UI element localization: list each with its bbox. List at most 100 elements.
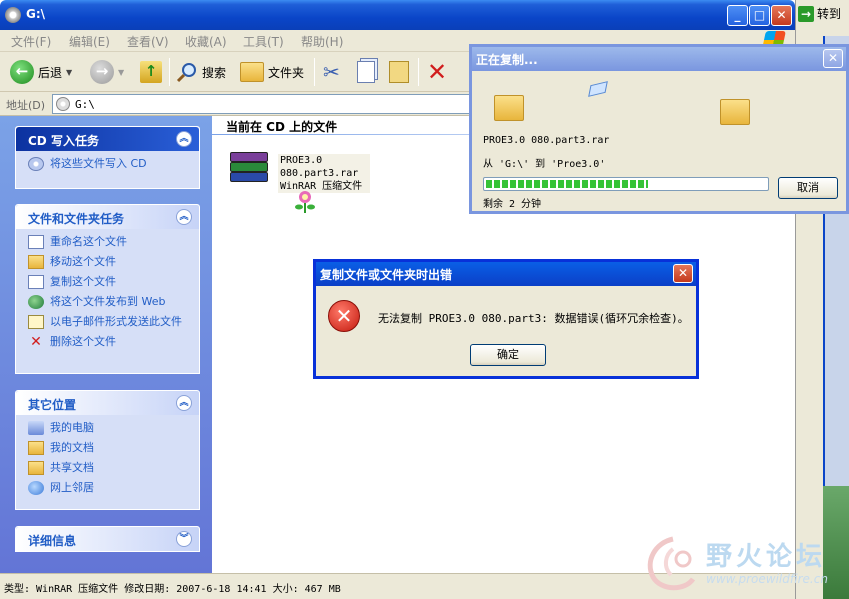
other-places-title: 其它位置 — [28, 398, 77, 412]
error-dialog-titlebar[interactable]: 复制文件或文件夹时出错 ✕ — [316, 262, 696, 286]
collapse-icon[interactable]: ︽ — [176, 209, 192, 225]
copy-progress-dialog: 正在复制... ✕ PROE3.0 080.part3.rar 从 'G:\' … — [469, 44, 849, 214]
error-dialog-close-button[interactable]: ✕ — [673, 264, 693, 283]
cd-tasks-panel: CD 写入任务 ︽ 将这些文件写入 CD — [15, 126, 200, 189]
task-publish-web[interactable]: 将这个文件发布到 Web — [28, 295, 191, 309]
task-move[interactable]: 移动这个文件 — [28, 255, 191, 269]
cut-button[interactable]: ✂ — [323, 58, 340, 86]
copy-icon — [28, 275, 44, 289]
place-label: 共享文档 — [50, 461, 94, 474]
delete-icon: ✕ — [427, 58, 448, 86]
forward-arrow-icon: → — [90, 60, 114, 84]
search-label: 搜索 — [202, 65, 227, 80]
status-text: 类型: WinRAR 压缩文件 修改日期: 2007-6-18 14:41 大小… — [4, 584, 341, 595]
menu-view[interactable]: 查看(V) — [127, 33, 169, 50]
move-icon — [28, 255, 44, 269]
task-email[interactable]: 以电子邮件形式发送此文件 — [28, 315, 191, 329]
menu-file[interactable]: 文件(F) — [11, 33, 51, 50]
task-label: 重命名这个文件 — [50, 235, 127, 248]
chevron-down-icon: ▼ — [66, 67, 73, 77]
menu-favorites[interactable]: 收藏(A) — [185, 33, 227, 50]
shared-folder-icon — [28, 461, 44, 475]
copy-dialog-titlebar[interactable]: 正在复制... ✕ — [472, 47, 846, 71]
toolbar-separator — [314, 58, 315, 86]
cancel-button[interactable]: 取消 — [778, 177, 838, 199]
file-tasks-title: 文件和文件夹任务 — [28, 212, 125, 226]
menu-tools[interactable]: 工具(T) — [243, 33, 284, 50]
explorer-titlebar[interactable]: G:\ _ □ ✕ — [0, 0, 795, 30]
file-name-line1: PROE3.0 — [280, 155, 323, 166]
window-title: G:\ — [26, 7, 46, 21]
back-arrow-icon: ← — [10, 60, 34, 84]
task-label: 移动这个文件 — [50, 255, 116, 268]
goto-label: 转到 — [817, 7, 842, 21]
place-my-computer[interactable]: 我的电脑 — [28, 421, 191, 435]
up-button[interactable]: ↑ — [140, 58, 162, 86]
forum-watermark-logo — [647, 536, 696, 591]
task-label: 以电子邮件形式发送此文件 — [50, 315, 182, 328]
cd-write-icon — [28, 157, 44, 171]
go-arrow-icon: → — [798, 6, 814, 22]
place-my-documents[interactable]: 我的文档 — [28, 441, 191, 455]
winrar-archive-icon — [230, 152, 270, 188]
copy-from-to: 从 'G:\' 到 'Proe3.0' — [483, 159, 606, 170]
task-write-cd[interactable]: 将这些文件写入 CD — [28, 157, 191, 171]
maximize-button[interactable]: □ — [749, 5, 770, 26]
goto-button[interactable]: → 转到 — [798, 5, 841, 22]
forward-button[interactable]: → ▼ — [90, 58, 124, 86]
paste-icon — [389, 61, 409, 83]
task-rename[interactable]: 重命名这个文件 — [28, 235, 191, 249]
error-dialog-title: 复制文件或文件夹时出错 — [320, 268, 453, 282]
copy-progress-bar — [483, 177, 769, 191]
minimize-button[interactable]: _ — [727, 5, 748, 26]
place-label: 网上邻居 — [50, 481, 94, 494]
scissors-icon: ✂ — [323, 60, 340, 84]
expand-icon[interactable]: ︾ — [176, 531, 192, 547]
computer-icon — [28, 421, 44, 435]
flying-document-icon — [588, 81, 608, 97]
place-shared-documents[interactable]: 共享文档 — [28, 461, 191, 475]
source-folder-icon — [494, 95, 524, 121]
folders-button[interactable]: 文件夹 — [240, 58, 304, 86]
file-tasks-header[interactable]: 文件和文件夹任务 ︽ — [16, 205, 199, 229]
place-label: 我的文档 — [50, 441, 94, 454]
file-tasks-panel: 文件和文件夹任务 ︽ 重命名这个文件 移动这个文件 复制这个文件 将这个文件发布… — [15, 204, 200, 374]
other-places-panel: 其它位置 ︽ 我的电脑 我的文档 共享文档 网上邻居 — [15, 390, 200, 510]
menu-edit[interactable]: 编辑(E) — [69, 33, 110, 50]
close-button[interactable]: ✕ — [771, 5, 792, 26]
error-message: 无法复制 PROE3.0 080.part3: 数据错误(循环冗余检查)。 — [378, 312, 689, 325]
file-item[interactable]: PROE3.0 080.part3.rar WinRAR 压缩文件 — [228, 152, 378, 222]
back-label: 后退 — [38, 65, 63, 80]
delete-icon: ✕ — [30, 334, 42, 350]
collapse-icon[interactable]: ︽ — [176, 131, 192, 147]
network-icon — [28, 481, 44, 495]
task-label: 删除这个文件 — [50, 335, 116, 348]
folder-icon — [240, 62, 264, 82]
destination-folder-icon — [720, 99, 750, 125]
drive-icon — [5, 7, 21, 23]
copy-button[interactable] — [357, 58, 375, 86]
ok-button[interactable]: 确定 — [470, 344, 546, 366]
address-input[interactable]: G:\ — [52, 94, 472, 114]
folder-up-icon: ↑ — [140, 61, 162, 83]
details-panel: 详细信息 ︾ — [15, 526, 200, 552]
delete-button[interactable]: ✕ — [427, 58, 447, 86]
details-title: 详细信息 — [28, 534, 77, 548]
task-copy[interactable]: 复制这个文件 — [28, 275, 191, 289]
copy-dialog-close-button[interactable]: ✕ — [823, 49, 843, 68]
paste-button[interactable] — [389, 58, 409, 86]
task-delete[interactable]: ✕ 删除这个文件 — [28, 335, 191, 349]
file-name-line2: 080.part3.rar — [280, 168, 359, 179]
cd-tasks-title: CD 写入任务 — [28, 134, 99, 148]
details-header[interactable]: 详细信息 ︾ — [16, 527, 199, 551]
place-network[interactable]: 网上邻居 — [28, 481, 191, 495]
cd-tasks-header[interactable]: CD 写入任务 ︽ — [16, 127, 199, 151]
documents-folder-icon — [28, 441, 44, 455]
toolbar-separator — [169, 58, 170, 86]
collapse-icon[interactable]: ︽ — [176, 395, 192, 411]
other-places-header[interactable]: 其它位置 ︽ — [16, 391, 199, 415]
copy-filename: PROE3.0 080.part3.rar — [483, 135, 610, 146]
back-button[interactable]: ← 后退 ▼ — [10, 58, 72, 86]
search-button[interactable]: 搜索 — [176, 58, 226, 86]
menu-help[interactable]: 帮助(H) — [301, 33, 343, 50]
